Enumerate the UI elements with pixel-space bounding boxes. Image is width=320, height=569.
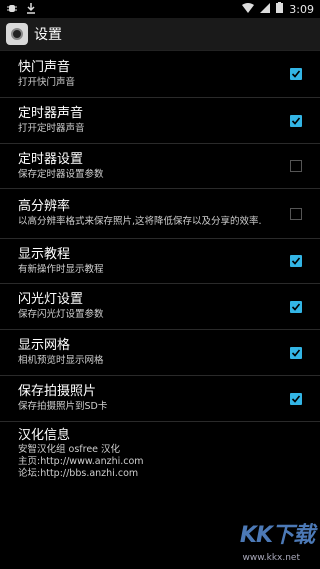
setting-title: 显示教程 bbox=[18, 246, 71, 262]
high-resolution-checkbox[interactable] bbox=[290, 207, 302, 220]
watermark-url: www.kkx.net bbox=[242, 553, 301, 563]
setting-title: 快门声音 bbox=[18, 59, 71, 75]
setting-subtitle: 保存闪光灯设置参数 bbox=[18, 309, 104, 320]
setting-show-grid[interactable]: 显示网格 相机预览时显示网格 bbox=[0, 330, 320, 376]
info-title: 汉化信息 bbox=[18, 428, 71, 443]
show-grid-checkbox[interactable] bbox=[290, 346, 302, 359]
setting-title: 定时器声音 bbox=[18, 106, 84, 121]
setting-show-tutorial[interactable]: 显示教程 有新操作时显示教程 bbox=[0, 239, 320, 284]
setting-subtitle: 相机预览时显示网格 bbox=[18, 355, 104, 366]
setting-subtitle: 以高分辨率格式来保存照片,这将降低保存以及分享的效率. bbox=[18, 216, 262, 227]
setting-subtitle: 保存拍摄照片到SD卡 bbox=[18, 401, 108, 412]
setting-high-resolution[interactable]: 高分辨率 以高分辨率格式来保存照片,这将降低保存以及分享的效率. bbox=[0, 189, 320, 239]
setting-title: 显示网格 bbox=[18, 338, 71, 353]
download-icon bbox=[26, 2, 36, 17]
watermark-logo: KK下载 bbox=[239, 523, 315, 548]
setting-subtitle: 打开快门声音 bbox=[18, 76, 76, 88]
page-title: 设置 bbox=[34, 27, 62, 43]
setting-subtitle: 有新操作时显示教程 bbox=[18, 263, 104, 275]
timer-sound-checkbox[interactable] bbox=[290, 114, 302, 127]
camera-app-icon[interactable] bbox=[6, 23, 28, 45]
localization-info[interactable]: 汉化信息 安智汉化组 osfree 汉化 主页:http://www.anzhi… bbox=[0, 422, 320, 486]
setting-title: 闪光灯设置 bbox=[18, 292, 84, 307]
save-photos-checkbox[interactable] bbox=[290, 392, 302, 405]
setting-flash-settings[interactable]: 闪光灯设置 保存闪光灯设置参数 bbox=[0, 284, 320, 330]
settings-list: 快门声音 打开快门声音 定时器声音 打开定时器声音 定时器设置 保存定时器设置参… bbox=[0, 51, 320, 486]
setting-title: 保存拍摄照片 bbox=[18, 384, 97, 399]
notification-bug-icon bbox=[6, 2, 18, 17]
status-bar: 3:09 bbox=[0, 0, 320, 18]
show-tutorial-checkbox[interactable] bbox=[290, 255, 302, 267]
battery-icon bbox=[276, 2, 284, 16]
flash-settings-checkbox[interactable] bbox=[290, 300, 302, 313]
wifi-icon bbox=[242, 2, 255, 16]
setting-save-photos[interactable]: 保存拍摄照片 保存拍摄照片到SD卡 bbox=[0, 376, 320, 422]
info-credit: 安智汉化组 osfree 汉化 bbox=[18, 444, 121, 455]
setting-title: 高分辨率 bbox=[18, 199, 71, 214]
setting-subtitle: 打开定时器声音 bbox=[18, 123, 85, 134]
setting-title: 定时器设置 bbox=[18, 151, 84, 167]
setting-timer-sound[interactable]: 定时器声音 打开定时器声音 bbox=[0, 98, 320, 144]
clock-time: 3:09 bbox=[289, 2, 314, 16]
setting-shutter-sound[interactable]: 快门声音 打开快门声音 bbox=[0, 51, 320, 98]
watermark: KK下载 www.kkx.net bbox=[196, 509, 315, 563]
signal-icon bbox=[260, 2, 271, 16]
info-forum: 论坛:http://bbs.anzhi.com bbox=[18, 468, 139, 479]
timer-settings-checkbox[interactable] bbox=[290, 160, 302, 172]
setting-subtitle: 保存定时器设置参数 bbox=[18, 168, 104, 180]
setting-timer-settings[interactable]: 定时器设置 保存定时器设置参数 bbox=[0, 144, 320, 189]
info-homepage: 主页:http://www.anzhi.com bbox=[18, 456, 144, 467]
shutter-sound-checkbox[interactable] bbox=[290, 68, 302, 80]
action-bar: 设置 bbox=[0, 18, 320, 51]
